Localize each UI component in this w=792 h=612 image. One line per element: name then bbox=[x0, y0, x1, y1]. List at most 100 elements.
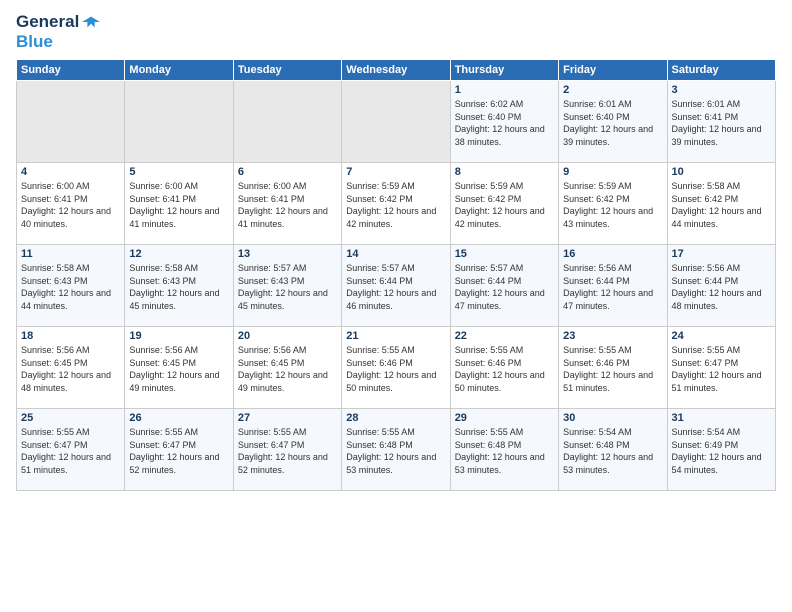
day-info: Sunrise: 5:57 AMSunset: 6:44 PMDaylight:… bbox=[455, 262, 554, 312]
day-number: 22 bbox=[455, 330, 554, 342]
calendar-cell: 2 Sunrise: 6:01 AMSunset: 6:40 PMDaylight… bbox=[559, 81, 667, 163]
day-info: Sunrise: 5:58 AMSunset: 6:42 PMDaylight:… bbox=[672, 180, 771, 230]
day-info: Sunrise: 5:59 AMSunset: 6:42 PMDaylight:… bbox=[563, 180, 662, 230]
logo-bird-icon bbox=[82, 13, 100, 31]
logo: General Blue bbox=[16, 12, 100, 51]
weekday-header-saturday: Saturday bbox=[667, 60, 775, 81]
day-number: 14 bbox=[346, 248, 445, 260]
day-number: 4 bbox=[21, 166, 120, 178]
calendar-cell bbox=[125, 81, 233, 163]
calendar-cell: 11Sunrise: 5:58 AMSunset: 6:43 PMDayligh… bbox=[17, 245, 125, 327]
day-number: 23 bbox=[563, 330, 662, 342]
calendar-cell: 30 Sunrise: 5:54 AMSunset: 6:48 PMDayligh… bbox=[559, 409, 667, 491]
calendar-container: General Blue SundayMondayTuesdayWednesda… bbox=[0, 0, 792, 499]
day-info: Sunrise: 5:56 AMSunset: 6:45 PMDaylight:… bbox=[238, 344, 337, 394]
weekday-header-row: SundayMondayTuesdayWednesdayThursdayFrid… bbox=[17, 60, 776, 81]
logo-blue: Blue bbox=[16, 32, 53, 52]
day-info: Sunrise: 6:00 AMSunset: 6:41 PMDaylight:… bbox=[238, 180, 337, 230]
calendar-cell: 7 Sunrise: 5:59 AMSunset: 6:42 PMDaylight… bbox=[342, 163, 450, 245]
day-info: Sunrise: 5:56 AMSunset: 6:44 PMDaylight:… bbox=[563, 262, 662, 312]
day-number: 19 bbox=[129, 330, 228, 342]
day-number: 7 bbox=[346, 166, 445, 178]
calendar-cell bbox=[233, 81, 341, 163]
day-number: 8 bbox=[455, 166, 554, 178]
day-info: Sunrise: 5:55 AMSunset: 6:47 PMDaylight:… bbox=[129, 426, 228, 476]
day-number: 12 bbox=[129, 248, 228, 260]
weekday-header-sunday: Sunday bbox=[17, 60, 125, 81]
day-number: 28 bbox=[346, 412, 445, 424]
day-info: Sunrise: 5:57 AMSunset: 6:44 PMDaylight:… bbox=[346, 262, 445, 312]
day-info: Sunrise: 6:00 AMSunset: 6:41 PMDaylight:… bbox=[129, 180, 228, 230]
calendar-cell: 26 Sunrise: 5:55 AMSunset: 6:47 PMDayligh… bbox=[125, 409, 233, 491]
calendar-cell: 27 Sunrise: 5:55 AMSunset: 6:47 PMDayligh… bbox=[233, 409, 341, 491]
day-number: 17 bbox=[672, 248, 771, 260]
day-info: Sunrise: 5:54 AMSunset: 6:48 PMDaylight:… bbox=[563, 426, 662, 476]
day-number: 25 bbox=[21, 412, 120, 424]
day-info: Sunrise: 6:01 AMSunset: 6:41 PMDaylight:… bbox=[672, 98, 771, 148]
day-info: Sunrise: 5:58 AMSunset: 6:43 PMDaylight:… bbox=[21, 262, 120, 312]
day-info: Sunrise: 6:02 AMSunset: 6:40 PMDaylight:… bbox=[455, 98, 554, 148]
day-info: Sunrise: 5:59 AMSunset: 6:42 PMDaylight:… bbox=[346, 180, 445, 230]
day-info: Sunrise: 5:55 AMSunset: 6:48 PMDaylight:… bbox=[346, 426, 445, 476]
calendar-cell: 21Sunrise: 5:55 AMSunset: 6:46 PMDayligh… bbox=[342, 327, 450, 409]
calendar-cell: 17 Sunrise: 5:56 AMSunset: 6:44 PMDayligh… bbox=[667, 245, 775, 327]
day-number: 18 bbox=[21, 330, 120, 342]
week-row-1: 1Sunrise: 6:02 AMSunset: 6:40 PMDaylight… bbox=[17, 81, 776, 163]
day-number: 3 bbox=[672, 84, 771, 96]
day-number: 2 bbox=[563, 84, 662, 96]
day-info: Sunrise: 5:56 AMSunset: 6:44 PMDaylight:… bbox=[672, 262, 771, 312]
calendar-cell: 8 Sunrise: 5:59 AMSunset: 6:42 PMDaylight… bbox=[450, 163, 558, 245]
day-number: 5 bbox=[129, 166, 228, 178]
day-info: Sunrise: 5:56 AMSunset: 6:45 PMDaylight:… bbox=[21, 344, 120, 394]
day-number: 24 bbox=[672, 330, 771, 342]
day-number: 21 bbox=[346, 330, 445, 342]
day-number: 6 bbox=[238, 166, 337, 178]
calendar-cell: 3 Sunrise: 6:01 AMSunset: 6:41 PMDaylight… bbox=[667, 81, 775, 163]
day-number: 16 bbox=[563, 248, 662, 260]
day-number: 9 bbox=[563, 166, 662, 178]
day-number: 10 bbox=[672, 166, 771, 178]
day-number: 31 bbox=[672, 412, 771, 424]
week-row-4: 18 Sunrise: 5:56 AMSunset: 6:45 PMDayligh… bbox=[17, 327, 776, 409]
day-info: Sunrise: 6:00 AMSunset: 6:41 PMDaylight:… bbox=[21, 180, 120, 230]
calendar-cell: 29Sunrise: 5:55 AMSunset: 6:48 PMDayligh… bbox=[450, 409, 558, 491]
calendar-cell: 13Sunrise: 5:57 AMSunset: 6:43 PMDayligh… bbox=[233, 245, 341, 327]
day-number: 27 bbox=[238, 412, 337, 424]
day-info: Sunrise: 5:55 AMSunset: 6:48 PMDaylight:… bbox=[455, 426, 554, 476]
calendar-cell: 24Sunrise: 5:55 AMSunset: 6:47 PMDayligh… bbox=[667, 327, 775, 409]
week-row-2: 4 Sunrise: 6:00 AMSunset: 6:41 PMDaylight… bbox=[17, 163, 776, 245]
calendar-cell bbox=[17, 81, 125, 163]
calendar-table: SundayMondayTuesdayWednesdayThursdayFrid… bbox=[16, 59, 776, 491]
calendar-cell: 22 Sunrise: 5:55 AMSunset: 6:46 PMDayligh… bbox=[450, 327, 558, 409]
day-info: Sunrise: 5:59 AMSunset: 6:42 PMDaylight:… bbox=[455, 180, 554, 230]
logo-text-block: General Blue bbox=[16, 12, 100, 51]
calendar-cell: 4 Sunrise: 6:00 AMSunset: 6:41 PMDaylight… bbox=[17, 163, 125, 245]
day-info: Sunrise: 5:55 AMSunset: 6:47 PMDaylight:… bbox=[21, 426, 120, 476]
header: General Blue bbox=[16, 12, 776, 51]
day-info: Sunrise: 5:58 AMSunset: 6:43 PMDaylight:… bbox=[129, 262, 228, 312]
day-info: Sunrise: 5:55 AMSunset: 6:46 PMDaylight:… bbox=[455, 344, 554, 394]
calendar-cell bbox=[342, 81, 450, 163]
day-number: 30 bbox=[563, 412, 662, 424]
day-number: 26 bbox=[129, 412, 228, 424]
weekday-header-monday: Monday bbox=[125, 60, 233, 81]
day-number: 15 bbox=[455, 248, 554, 260]
calendar-cell: 23Sunrise: 5:55 AMSunset: 6:46 PMDayligh… bbox=[559, 327, 667, 409]
calendar-cell: 25 Sunrise: 5:55 AMSunset: 6:47 PMDayligh… bbox=[17, 409, 125, 491]
calendar-cell: 9 Sunrise: 5:59 AMSunset: 6:42 PMDaylight… bbox=[559, 163, 667, 245]
calendar-cell: 15 Sunrise: 5:57 AMSunset: 6:44 PMDayligh… bbox=[450, 245, 558, 327]
calendar-cell: 16 Sunrise: 5:56 AMSunset: 6:44 PMDayligh… bbox=[559, 245, 667, 327]
day-info: Sunrise: 5:54 AMSunset: 6:49 PMDaylight:… bbox=[672, 426, 771, 476]
calendar-cell: 1Sunrise: 6:02 AMSunset: 6:40 PMDaylight… bbox=[450, 81, 558, 163]
week-row-3: 11Sunrise: 5:58 AMSunset: 6:43 PMDayligh… bbox=[17, 245, 776, 327]
day-info: Sunrise: 6:01 AMSunset: 6:40 PMDaylight:… bbox=[563, 98, 662, 148]
day-info: Sunrise: 5:56 AMSunset: 6:45 PMDaylight:… bbox=[129, 344, 228, 394]
weekday-header-tuesday: Tuesday bbox=[233, 60, 341, 81]
calendar-cell: 10 Sunrise: 5:58 AMSunset: 6:42 PMDayligh… bbox=[667, 163, 775, 245]
calendar-cell: 14 Sunrise: 5:57 AMSunset: 6:44 PMDayligh… bbox=[342, 245, 450, 327]
calendar-cell: 18 Sunrise: 5:56 AMSunset: 6:45 PMDayligh… bbox=[17, 327, 125, 409]
day-info: Sunrise: 5:55 AMSunset: 6:47 PMDaylight:… bbox=[238, 426, 337, 476]
day-number: 13 bbox=[238, 248, 337, 260]
calendar-cell: 31 Sunrise: 5:54 AMSunset: 6:49 PMDayligh… bbox=[667, 409, 775, 491]
calendar-cell: 20Sunrise: 5:56 AMSunset: 6:45 PMDayligh… bbox=[233, 327, 341, 409]
